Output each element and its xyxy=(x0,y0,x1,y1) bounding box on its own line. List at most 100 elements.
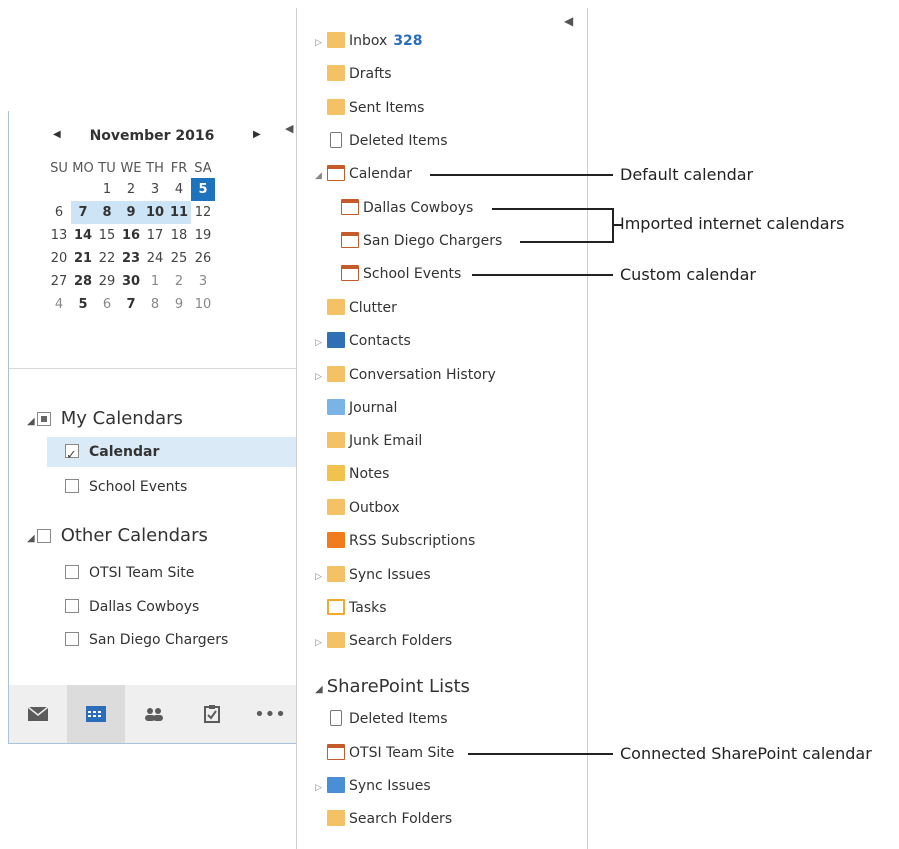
date-cell[interactable] xyxy=(71,178,95,201)
expand-icon[interactable]: ▷ xyxy=(315,630,327,656)
date-cell[interactable]: 6 xyxy=(47,201,71,224)
date-cell[interactable]: 24 xyxy=(143,247,167,270)
checkbox[interactable] xyxy=(65,565,79,579)
other-calendars-group[interactable]: ◢ Other Calendars xyxy=(27,525,208,546)
sp-folder-search-folders[interactable]: Search Folders xyxy=(315,806,452,832)
date-cell[interactable]: 14 xyxy=(71,224,95,247)
folder-san-diego-chargers[interactable]: San Diego Chargers xyxy=(341,228,502,254)
folder-contacts[interactable]: ▷ Contacts xyxy=(315,328,411,354)
checkbox[interactable] xyxy=(65,599,79,613)
expand-icon[interactable]: ▷ xyxy=(315,775,327,801)
sp-folder-sync-issues[interactable]: ▷ Sync Issues xyxy=(315,773,431,799)
folder-drafts[interactable]: Drafts xyxy=(315,61,392,87)
date-cell[interactable]: 3 xyxy=(191,270,215,293)
my-calendars-group[interactable]: ◢ My Calendars xyxy=(27,408,183,429)
expand-icon[interactable]: ▷ xyxy=(315,330,327,356)
calendar-item-school-events[interactable]: School Events xyxy=(65,472,187,502)
date-cell[interactable]: 10 xyxy=(191,293,215,316)
collapse-triangle-icon[interactable]: ◢ xyxy=(27,533,35,544)
date-cell[interactable]: 8 xyxy=(143,293,167,316)
date-cell[interactable]: 4 xyxy=(167,178,191,201)
folder-clutter[interactable]: Clutter xyxy=(315,295,397,321)
collapse-pane-icon[interactable]: ◀ xyxy=(564,14,573,28)
date-cell[interactable]: 15 xyxy=(95,224,119,247)
date-cell[interactable]: 8 xyxy=(95,201,119,224)
date-cell[interactable]: 9 xyxy=(119,201,143,224)
sharepoint-lists-header[interactable]: ◢ SharePoint Lists xyxy=(315,676,470,697)
expand-icon[interactable]: ▷ xyxy=(315,30,327,56)
next-month-icon[interactable]: ▶ xyxy=(253,129,261,140)
collapse-pane-icon[interactable]: ◀ xyxy=(285,122,293,135)
date-cell[interactable]: 30 xyxy=(119,270,143,293)
people-nav-button[interactable] xyxy=(125,685,183,743)
folder-rss-subscriptions[interactable]: RSS Subscriptions xyxy=(315,528,475,554)
date-cell[interactable]: 7 xyxy=(119,293,143,316)
mail-nav-button[interactable] xyxy=(9,685,67,743)
date-cell[interactable]: 3 xyxy=(143,178,167,201)
calendar-item-calendar[interactable]: Calendar xyxy=(47,437,299,471)
folder-outbox[interactable]: Outbox xyxy=(315,495,400,521)
date-cell[interactable]: 18 xyxy=(167,224,191,247)
date-cell[interactable]: 25 xyxy=(167,247,191,270)
date-cell[interactable]: 26 xyxy=(191,247,215,270)
module-nav-bar: ••• xyxy=(9,685,299,743)
folder-sent-items[interactable]: Sent Items xyxy=(315,95,424,121)
date-cell[interactable]: 21 xyxy=(71,247,95,270)
calendar-item-san-diego-chargers[interactable]: San Diego Chargers xyxy=(65,625,228,655)
date-cell[interactable]: 17 xyxy=(143,224,167,247)
checkbox[interactable] xyxy=(65,632,79,646)
date-cell[interactable]: 11 xyxy=(167,201,191,224)
folder-inbox[interactable]: ▷ Inbox 328 xyxy=(315,28,423,54)
folder-dallas-cowboys[interactable]: Dallas Cowboys xyxy=(341,195,473,221)
expand-icon[interactable]: ▷ xyxy=(315,364,327,390)
date-cell[interactable]: 1 xyxy=(95,178,119,201)
expand-icon[interactable]: ▷ xyxy=(315,564,327,590)
group-checkbox[interactable] xyxy=(36,412,51,426)
date-cell[interactable]: 27 xyxy=(47,270,71,293)
date-cell-today[interactable]: 5 xyxy=(191,178,215,201)
sp-folder-deleted-items[interactable]: Deleted Items xyxy=(315,706,448,732)
folder-journal[interactable]: Journal xyxy=(315,395,397,421)
calendar-nav-button[interactable] xyxy=(67,685,125,743)
folder-calendar[interactable]: ◢ Calendar xyxy=(315,161,412,187)
more-nav-button[interactable]: ••• xyxy=(241,685,299,743)
calendar-item-dallas-cowboys[interactable]: Dallas Cowboys xyxy=(65,592,199,622)
folder-tasks[interactable]: Tasks xyxy=(315,595,387,621)
date-cell[interactable]: 28 xyxy=(71,270,95,293)
folder-deleted-items[interactable]: Deleted Items xyxy=(315,128,448,154)
date-cell[interactable]: 12 xyxy=(191,201,215,224)
checkbox[interactable] xyxy=(65,441,79,471)
folder-sync-issues[interactable]: ▷ Sync Issues xyxy=(315,562,431,588)
folder-conversation-history[interactable]: ▷ Conversation History xyxy=(315,362,496,388)
folder-notes[interactable]: Notes xyxy=(315,461,389,487)
collapse-triangle-icon[interactable]: ◢ xyxy=(315,684,323,695)
date-cell[interactable]: 2 xyxy=(167,270,191,293)
date-cell[interactable]: 9 xyxy=(167,293,191,316)
folder-junk-email[interactable]: Junk Email xyxy=(315,428,422,454)
divider xyxy=(9,368,299,369)
date-cell[interactable] xyxy=(47,178,71,201)
group-checkbox[interactable] xyxy=(36,529,51,543)
sp-folder-otsi-team-site[interactable]: OTSI Team Site xyxy=(315,740,454,766)
date-cell[interactable]: 29 xyxy=(95,270,119,293)
date-cell[interactable]: 4 xyxy=(47,293,71,316)
calendar-item-otsi-team-site[interactable]: OTSI Team Site xyxy=(65,558,194,588)
date-cell[interactable]: 10 xyxy=(143,201,167,224)
date-cell[interactable]: 16 xyxy=(119,224,143,247)
folder-school-events[interactable]: School Events xyxy=(341,261,461,287)
date-cell[interactable]: 20 xyxy=(47,247,71,270)
date-cell[interactable]: 1 xyxy=(143,270,167,293)
date-cell[interactable]: 2 xyxy=(119,178,143,201)
date-cell[interactable]: 19 xyxy=(191,224,215,247)
date-cell[interactable]: 22 xyxy=(95,247,119,270)
date-cell[interactable]: 6 xyxy=(95,293,119,316)
date-cell[interactable]: 13 xyxy=(47,224,71,247)
collapse-triangle-icon[interactable]: ◢ xyxy=(27,416,35,427)
tasks-nav-button[interactable] xyxy=(183,685,241,743)
folder-search-folders[interactable]: ▷ Search Folders xyxy=(315,628,452,654)
date-cell[interactable]: 7 xyxy=(71,201,95,224)
collapse-triangle-icon[interactable]: ◢ xyxy=(315,163,327,189)
checkbox[interactable] xyxy=(65,479,79,493)
date-cell[interactable]: 23 xyxy=(119,247,143,270)
date-cell[interactable]: 5 xyxy=(71,293,95,316)
